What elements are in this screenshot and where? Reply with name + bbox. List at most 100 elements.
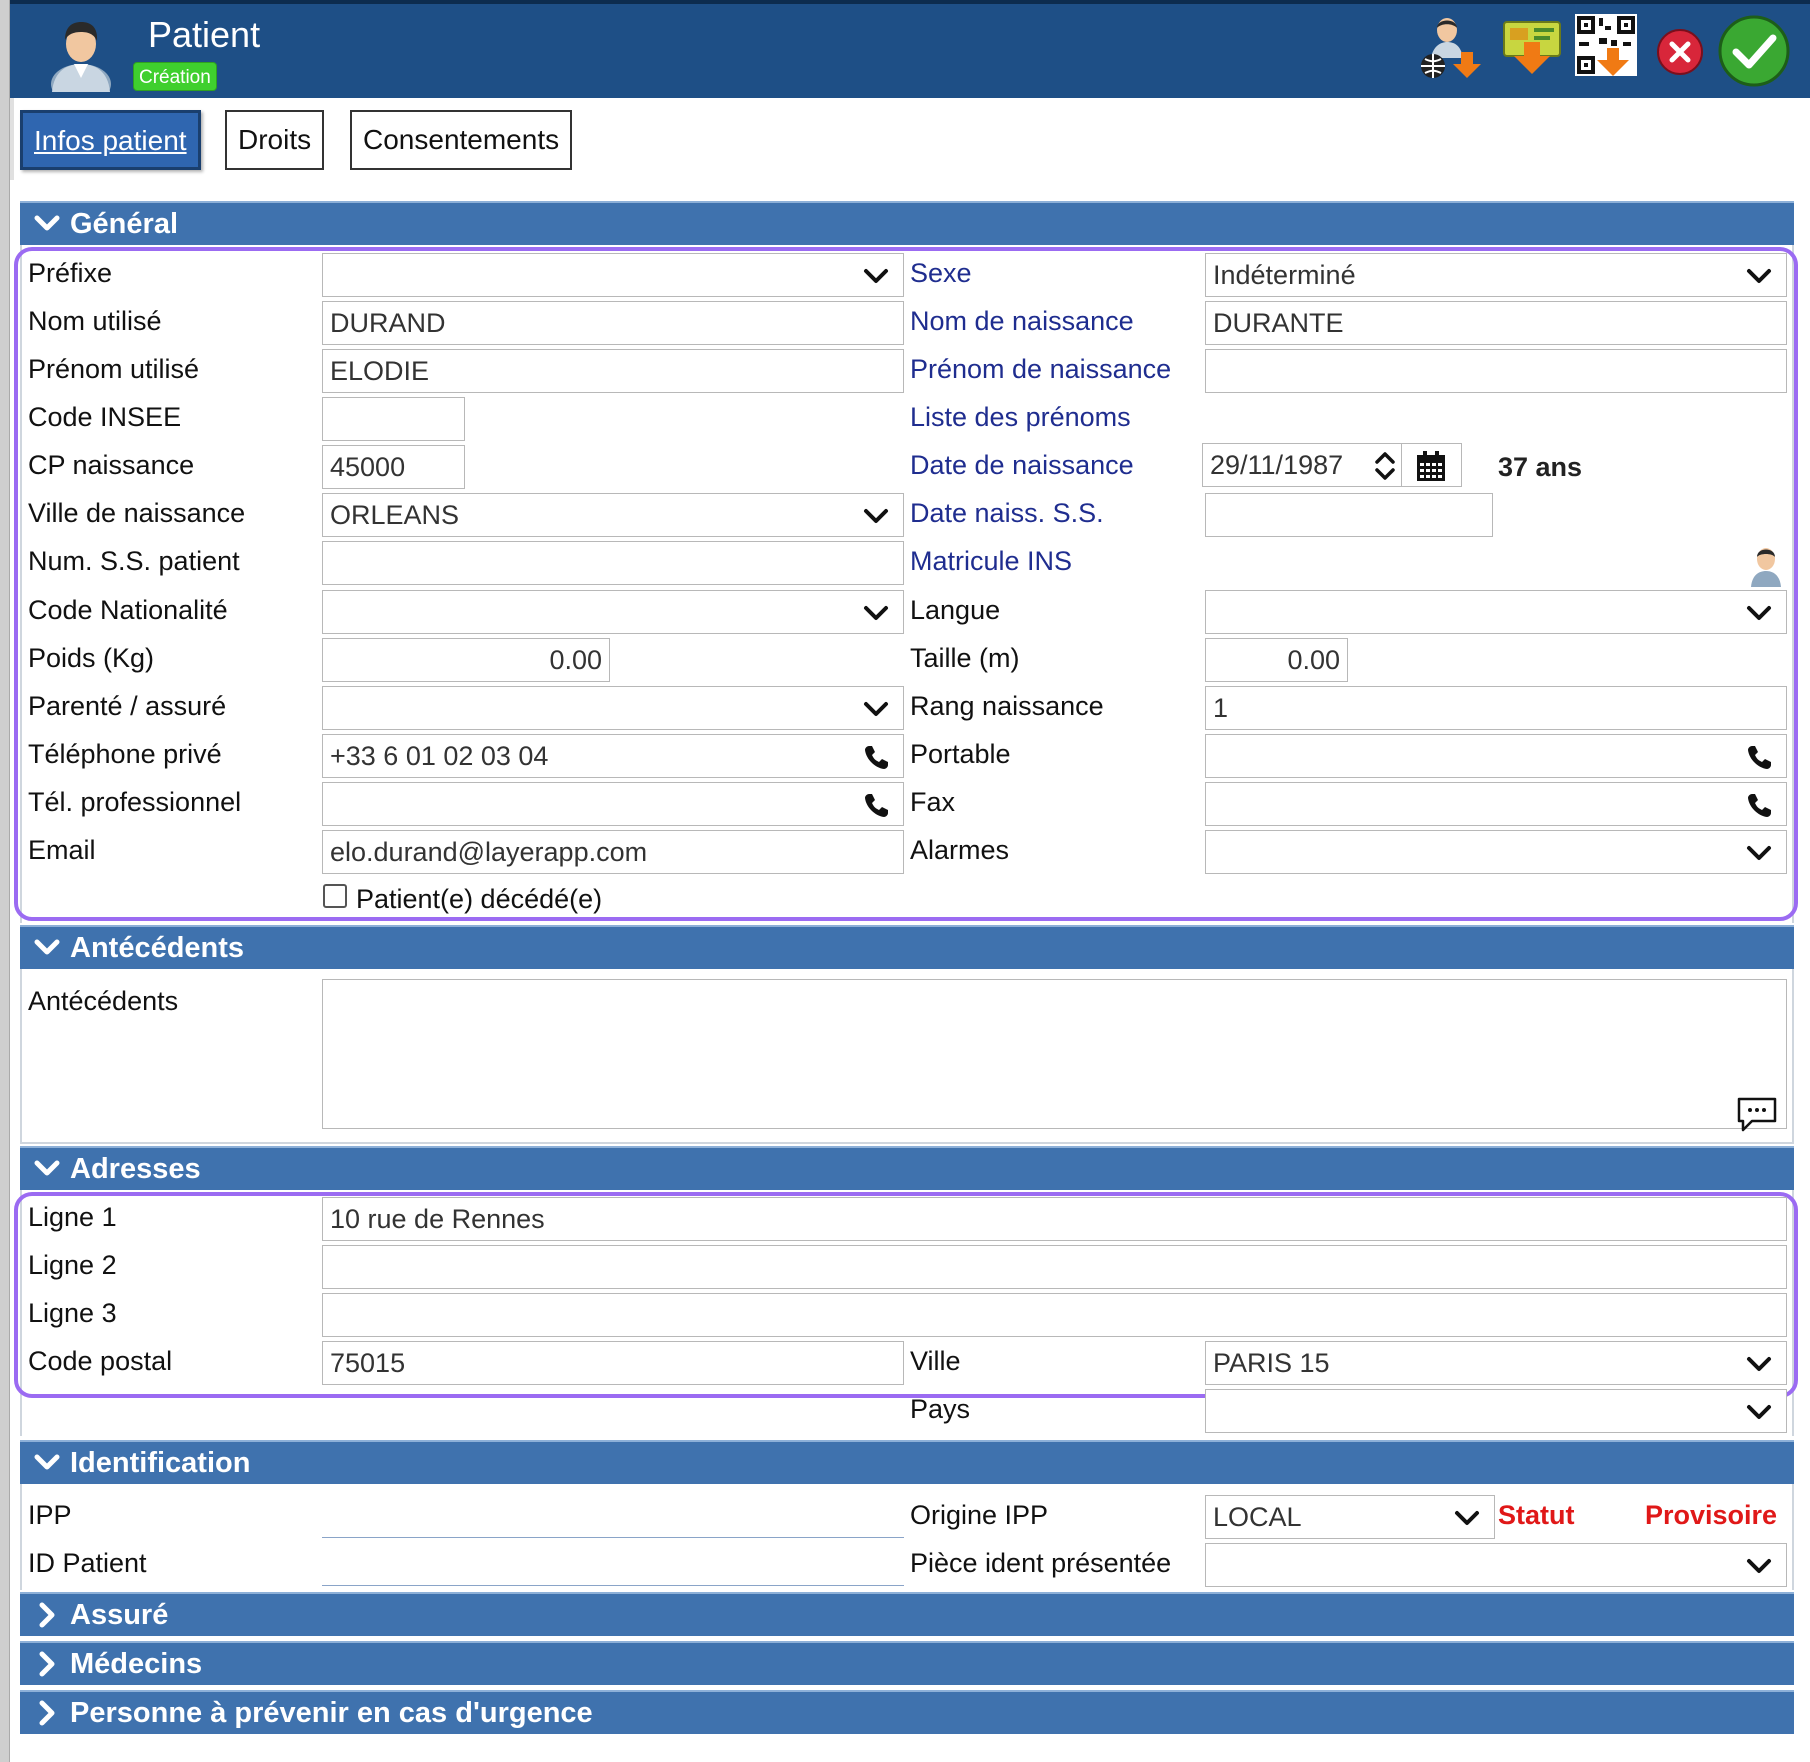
alarmes-select[interactable] xyxy=(1205,830,1787,874)
chevron-down-icon xyxy=(863,600,889,626)
date-naiss-ss-input[interactable] xyxy=(1205,493,1493,537)
nom-naissance-input[interactable]: DURANTE xyxy=(1205,301,1787,345)
antecedents-textarea[interactable] xyxy=(322,979,1787,1132)
ville-naissance-select[interactable]: ORLEANS xyxy=(322,493,904,537)
section-antecedents-header[interactable]: Antécédents xyxy=(20,925,1794,969)
tel-pro-label: Tél. professionnel xyxy=(28,787,242,817)
calendar-button[interactable] xyxy=(1402,443,1462,487)
code-insee-input[interactable] xyxy=(322,397,465,441)
section-identification-header[interactable]: Identification xyxy=(20,1440,1794,1484)
prefixe-select[interactable] xyxy=(322,253,904,297)
ligne1-input[interactable]: 10 rue de Rennes xyxy=(322,1197,1787,1241)
email-input[interactable]: elo.durand@layerapp.com xyxy=(322,830,904,874)
fax-input[interactable] xyxy=(1205,782,1787,826)
parente-select[interactable] xyxy=(322,686,904,730)
sexe-select[interactable]: Indéterminé xyxy=(1205,253,1787,297)
phone-icon[interactable] xyxy=(1746,743,1774,771)
decede-checkbox[interactable] xyxy=(323,884,347,908)
id-patient-input[interactable] xyxy=(322,1542,904,1586)
ville-label: Ville xyxy=(910,1346,961,1376)
card-download-icon[interactable] xyxy=(1500,12,1568,80)
section-assure-title: Assuré xyxy=(70,1599,169,1631)
phone-icon[interactable] xyxy=(863,791,891,819)
poids-input[interactable]: 0.00 xyxy=(322,638,610,682)
ville-naissance-label: Ville de naissance xyxy=(28,498,246,528)
section-general-header[interactable]: Général xyxy=(20,201,1794,245)
ligne2-input[interactable] xyxy=(322,1245,1787,1289)
chevron-down-icon xyxy=(1746,840,1772,866)
code-postal-input[interactable]: 75015 xyxy=(322,1341,904,1385)
pays-label: Pays xyxy=(910,1394,971,1424)
piece-ident-select[interactable] xyxy=(1205,1543,1787,1587)
phone-icon[interactable] xyxy=(1746,791,1774,819)
confirm-icon[interactable] xyxy=(1717,14,1791,88)
chevron-down-icon xyxy=(32,1148,62,1190)
phone-icon[interactable] xyxy=(863,743,891,771)
date-stepper-icon[interactable] xyxy=(1372,447,1398,485)
chevron-down-icon xyxy=(863,263,889,289)
dialog-title: Patient xyxy=(148,14,261,55)
prenom-naissance-input[interactable] xyxy=(1205,349,1787,393)
section-medecins-header[interactable]: Médecins xyxy=(20,1641,1794,1685)
langue-label: Langue xyxy=(910,595,1001,625)
decede-label: Patient(e) décédé(e) xyxy=(356,884,603,914)
origine-ipp-select[interactable]: LOCAL xyxy=(1205,1495,1495,1539)
num-ss-label: Num. S.S. patient xyxy=(28,546,240,576)
matricule-ins-label: Matricule INS xyxy=(910,546,1073,576)
rang-naissance-input[interactable]: 1 xyxy=(1205,686,1787,730)
sexe-label: Sexe xyxy=(910,258,972,288)
taille-input[interactable]: 0.00 xyxy=(1205,638,1348,682)
ville-select[interactable]: PARIS 15 xyxy=(1205,1341,1787,1385)
cancel-icon[interactable] xyxy=(1655,27,1705,77)
qrcode-download-icon[interactable] xyxy=(1573,12,1641,80)
pays-select[interactable] xyxy=(1205,1389,1787,1433)
nom-naissance-label: Nom de naissance xyxy=(910,306,1134,336)
tel-prive-label: Téléphone privé xyxy=(28,739,222,769)
portable-input[interactable] xyxy=(1205,734,1787,778)
code-postal-label: Code postal xyxy=(28,1346,173,1376)
langue-select[interactable] xyxy=(1205,590,1787,634)
poids-label: Poids (Kg) xyxy=(28,643,155,673)
code-nationalite-label: Code Nationalité xyxy=(28,595,228,625)
ligne3-input[interactable] xyxy=(322,1293,1787,1337)
section-assure-header[interactable]: Assuré xyxy=(20,1592,1794,1636)
ligne2-label: Ligne 2 xyxy=(28,1250,117,1280)
chevron-right-icon xyxy=(32,1643,62,1685)
chevron-down-icon xyxy=(1746,600,1772,626)
tel-pro-input[interactable] xyxy=(322,782,904,826)
rang-naissance-label: Rang naissance xyxy=(910,691,1104,721)
chevron-down-icon xyxy=(863,696,889,722)
piece-ident-label: Pièce ident présentée xyxy=(910,1548,1172,1578)
statut-value: Provisoire xyxy=(1645,1500,1778,1530)
section-adresses-header[interactable]: Adresses xyxy=(20,1146,1794,1190)
section-identification-title: Identification xyxy=(70,1447,251,1479)
comment-icon[interactable] xyxy=(1736,1096,1778,1134)
fax-label: Fax xyxy=(910,787,956,817)
user-globe-download-icon[interactable] xyxy=(1417,12,1485,80)
prenom-utilise-input[interactable]: ELODIE xyxy=(322,349,904,393)
section-antecedents-title: Antécédents xyxy=(70,932,245,964)
background-window-edge xyxy=(0,0,10,1762)
chevron-down-icon xyxy=(1746,1553,1772,1579)
code-nationalite-select[interactable] xyxy=(322,590,904,634)
prefixe-label: Préfixe xyxy=(28,258,113,288)
parente-label: Parenté / assuré xyxy=(28,691,227,721)
nom-utilise-input[interactable]: DURAND xyxy=(322,301,904,345)
status-badge: Création xyxy=(133,62,217,91)
tab-infos-patient[interactable]: Infos patient xyxy=(20,110,201,170)
tab-droits[interactable]: Droits xyxy=(225,110,325,170)
section-urgence-header[interactable]: Personne à prévenir en cas d'urgence xyxy=(20,1690,1794,1734)
taille-label: Taille (m) xyxy=(910,643,1020,673)
ipp-input[interactable] xyxy=(322,1494,904,1538)
chevron-down-icon xyxy=(32,203,62,245)
cp-naissance-input[interactable]: 45000 xyxy=(322,445,465,489)
section-general-title: Général xyxy=(70,208,178,240)
ins-user-icon[interactable] xyxy=(1747,543,1785,587)
tab-consentements[interactable]: Consentements xyxy=(350,110,573,170)
prenom-naissance-label: Prénom de naissance xyxy=(910,354,1172,384)
ligne1-label: Ligne 1 xyxy=(28,1202,117,1232)
num-ss-input[interactable] xyxy=(322,541,904,585)
tel-prive-input[interactable]: +33 6 01 02 03 04 xyxy=(322,734,904,778)
chevron-down-icon xyxy=(1746,1351,1772,1377)
ipp-label: IPP xyxy=(28,1500,72,1530)
